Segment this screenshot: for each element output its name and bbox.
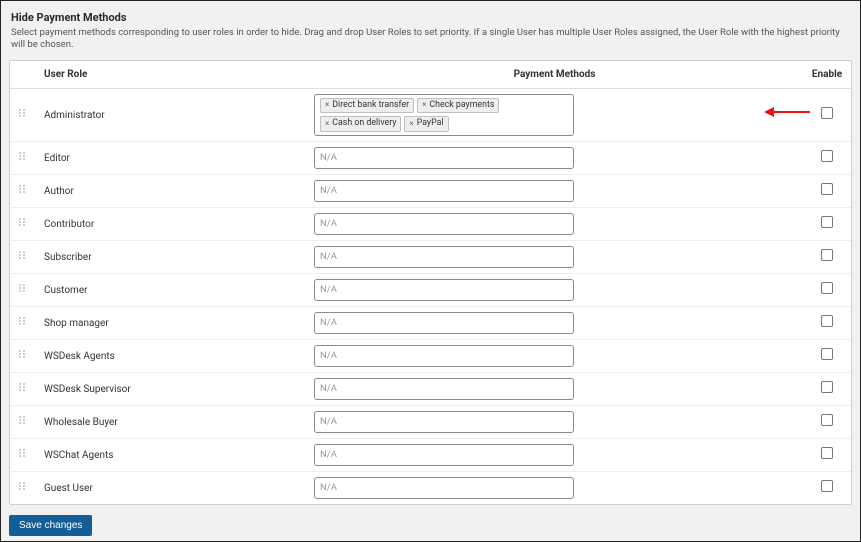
payment-method-tag[interactable]: ×Direct bank transfer: [320, 98, 414, 113]
tag-label: PayPal: [417, 118, 444, 129]
roles-panel: User Role Payment Methods Enable Adminis…: [9, 60, 852, 505]
remove-tag-icon[interactable]: ×: [325, 119, 329, 129]
payment-methods-placeholder: N/A: [320, 152, 337, 163]
role-label: Administrator: [44, 110, 105, 121]
payment-methods-placeholder: N/A: [320, 284, 337, 295]
tag-label: Check payments: [429, 100, 494, 111]
drag-handle-icon[interactable]: [18, 184, 28, 194]
col-role: User Role: [36, 61, 306, 89]
role-label: WSDesk Agents: [44, 351, 115, 362]
page-title: Hide Payment Methods: [11, 11, 852, 24]
table-row: WSChat Agents N/A: [10, 438, 851, 471]
enable-checkbox[interactable]: [821, 282, 833, 294]
remove-tag-icon[interactable]: ×: [422, 100, 426, 110]
payment-methods-placeholder: N/A: [320, 350, 337, 361]
role-label: Contributor: [44, 219, 94, 230]
role-label: WSChat Agents: [44, 450, 113, 461]
payment-methods-placeholder: N/A: [320, 218, 337, 229]
table-row: Customer N/A: [10, 273, 851, 306]
payment-methods-input[interactable]: N/A: [314, 378, 574, 400]
tag-label: Cash on delivery: [332, 118, 396, 129]
enable-checkbox[interactable]: [821, 480, 833, 492]
drag-handle-icon[interactable]: [18, 108, 28, 118]
page-description: Select payment methods corresponding to …: [11, 27, 852, 52]
table-row: WSDesk Agents N/A: [10, 339, 851, 372]
drag-handle-icon[interactable]: [18, 481, 28, 491]
col-enable: Enable: [803, 61, 851, 89]
payment-methods-placeholder: N/A: [320, 317, 337, 328]
payment-methods-input[interactable]: N/A: [314, 246, 574, 268]
save-button[interactable]: Save changes: [9, 515, 92, 536]
payment-methods-input[interactable]: ×Direct bank transfer×Check payments×Cas…: [314, 94, 574, 136]
drag-handle-icon[interactable]: [18, 349, 28, 359]
enable-checkbox[interactable]: [821, 381, 833, 393]
enable-checkbox[interactable]: [821, 107, 833, 119]
enable-checkbox[interactable]: [821, 414, 833, 426]
role-label: Subscriber: [44, 252, 92, 263]
payment-methods-placeholder: N/A: [320, 251, 337, 262]
role-label: Author: [44, 186, 74, 197]
payment-methods-input[interactable]: N/A: [314, 180, 574, 202]
remove-tag-icon[interactable]: ×: [325, 100, 329, 110]
payment-methods-input[interactable]: N/A: [314, 345, 574, 367]
drag-handle-icon[interactable]: [18, 382, 28, 392]
drag-handle-icon[interactable]: [18, 415, 28, 425]
payment-methods-input[interactable]: N/A: [314, 279, 574, 301]
enable-checkbox[interactable]: [821, 447, 833, 459]
role-label: Editor: [44, 153, 70, 164]
payment-method-tag[interactable]: ×Check payments: [417, 98, 499, 113]
role-label: Guest User: [44, 483, 93, 494]
col-payment: Payment Methods: [306, 61, 803, 89]
payment-methods-input[interactable]: N/A: [314, 213, 574, 235]
enable-checkbox[interactable]: [821, 249, 833, 261]
drag-handle-icon[interactable]: [18, 250, 28, 260]
role-label: WSDesk Supervisor: [44, 384, 131, 395]
roles-table: User Role Payment Methods Enable Adminis…: [10, 61, 851, 504]
role-label: Shop manager: [44, 318, 109, 329]
table-row: Guest User N/A: [10, 471, 851, 504]
drag-handle-icon[interactable]: [18, 217, 28, 227]
table-row: Wholesale Buyer N/A: [10, 405, 851, 438]
table-row: WSDesk Supervisor N/A: [10, 372, 851, 405]
payment-method-tag[interactable]: ×Cash on delivery: [320, 116, 401, 131]
remove-tag-icon[interactable]: ×: [409, 119, 413, 129]
table-row: Contributor N/A: [10, 207, 851, 240]
drag-handle-icon[interactable]: [18, 151, 28, 161]
payment-methods-placeholder: N/A: [320, 185, 337, 196]
payment-methods-input[interactable]: N/A: [314, 477, 574, 499]
col-handle: [10, 61, 36, 89]
enable-checkbox[interactable]: [821, 183, 833, 195]
payment-method-tag[interactable]: × PayPal: [404, 116, 448, 131]
payment-methods-placeholder: N/A: [320, 482, 337, 493]
role-label: Customer: [44, 285, 88, 296]
enable-checkbox[interactable]: [821, 150, 833, 162]
role-label: Wholesale Buyer: [44, 417, 118, 428]
payment-methods-input[interactable]: N/A: [314, 312, 574, 334]
table-row: Administrator×Direct bank transfer×Check…: [10, 88, 851, 141]
table-row: Subscriber N/A: [10, 240, 851, 273]
payment-methods-placeholder: N/A: [320, 383, 337, 394]
drag-handle-icon[interactable]: [18, 283, 28, 293]
settings-page: Hide Payment Methods Select payment meth…: [0, 0, 861, 542]
payment-methods-input[interactable]: N/A: [314, 147, 574, 169]
tag-label: Direct bank transfer: [332, 100, 409, 111]
payment-methods-input[interactable]: N/A: [314, 411, 574, 433]
payment-methods-placeholder: N/A: [320, 449, 337, 460]
enable-checkbox[interactable]: [821, 315, 833, 327]
payment-methods-placeholder: N/A: [320, 416, 337, 427]
table-row: Author N/A: [10, 174, 851, 207]
table-row: Shop manager N/A: [10, 306, 851, 339]
drag-handle-icon[interactable]: [18, 316, 28, 326]
payment-methods-input[interactable]: N/A: [314, 444, 574, 466]
enable-checkbox[interactable]: [821, 216, 833, 228]
drag-handle-icon[interactable]: [18, 448, 28, 458]
table-row: Editor N/A: [10, 141, 851, 174]
enable-checkbox[interactable]: [821, 348, 833, 360]
